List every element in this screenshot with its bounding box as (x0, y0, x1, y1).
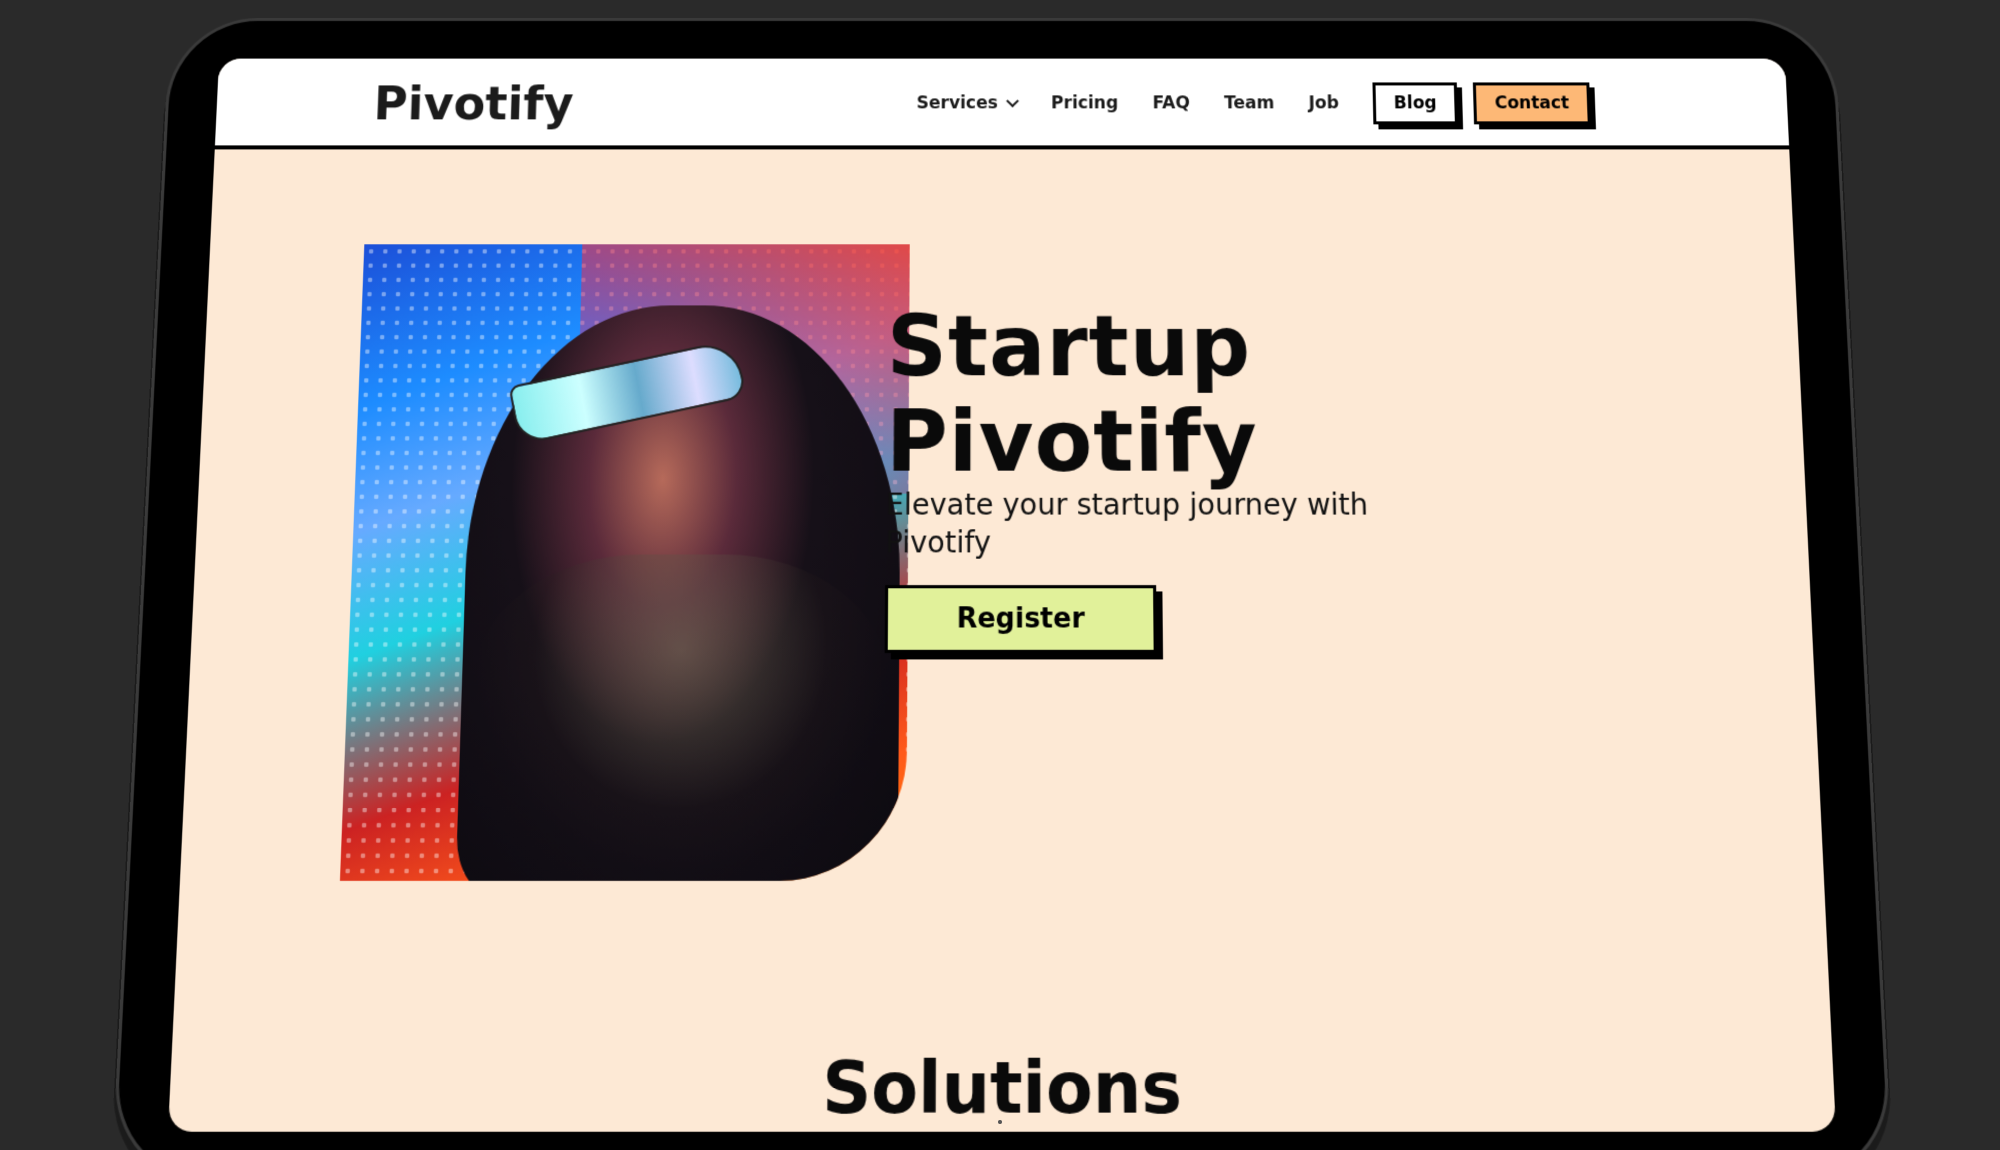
nav-item-team[interactable]: Team (1224, 93, 1275, 113)
solutions-heading: Solutions (821, 1047, 1183, 1131)
tablet-device: Pivotify Services Pricing FAQ Team Job B… (111, 18, 1893, 1150)
hero-title-line2: Pivotify (885, 392, 1259, 492)
hero-subtitle: Elevate your startup journey with Pivoti… (885, 487, 1369, 560)
nav-item-pricing[interactable]: Pricing (1051, 93, 1118, 113)
device-sensor-dot (998, 1120, 1002, 1124)
contact-button[interactable]: Contact (1473, 82, 1591, 125)
nav-item-label: Pricing (1051, 93, 1119, 114)
hero-title-line1: Startup (886, 298, 1252, 396)
site-header: Pivotify Services Pricing FAQ Team Job B… (214, 58, 1790, 150)
main-nav: Services Pricing FAQ Team Job Blog Conta… (916, 80, 1591, 126)
nav-item-label: FAQ (1152, 93, 1191, 114)
register-button[interactable]: Register (884, 585, 1157, 654)
nav-item-faq[interactable]: FAQ (1152, 93, 1190, 113)
site-logo[interactable]: Pivotify (373, 76, 575, 130)
scene: Pivotify Services Pricing FAQ Team Job B… (0, 0, 2000, 1150)
fur-collar (466, 554, 890, 877)
nav-item-label: Services (916, 93, 998, 114)
blog-button[interactable]: Blog (1372, 82, 1459, 125)
nav-item-label: Job (1308, 93, 1340, 114)
chevron-down-icon (1005, 94, 1019, 107)
hero-title: Startup Pivotify (885, 298, 1259, 492)
nav-item-services[interactable]: Services (916, 93, 1019, 114)
nav-item-job[interactable]: Job (1308, 93, 1339, 113)
hero-image (339, 244, 910, 881)
nav-item-label: Team (1223, 93, 1275, 114)
website-screen: Pivotify Services Pricing FAQ Team Job B… (168, 58, 1836, 1132)
